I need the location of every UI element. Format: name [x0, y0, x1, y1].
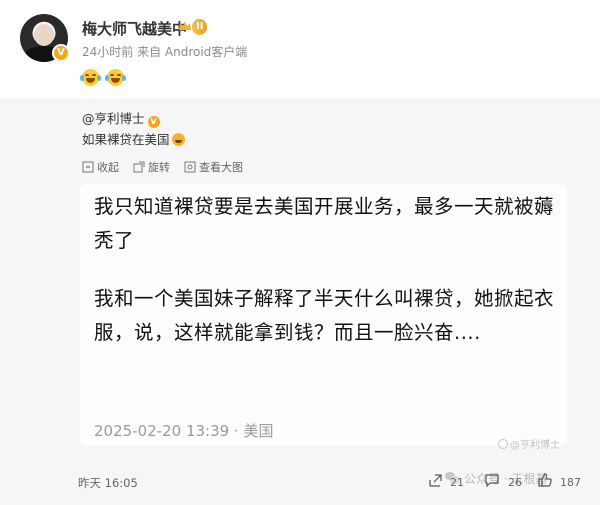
view-large-icon [184, 161, 196, 173]
view-large-button[interactable]: 查看大图 [184, 159, 243, 175]
emoji-row [80, 69, 127, 90]
comment-icon[interactable] [484, 472, 500, 488]
image-actions: 收起 旋转 查看大图 [82, 159, 243, 175]
weibo-watermark-icon [498, 439, 508, 449]
share-icon[interactable] [428, 472, 444, 488]
laugh-emoji-icon [171, 133, 185, 146]
collapse-label: 收起 [97, 161, 119, 174]
username[interactable]: 梅大师飞越美中 [82, 18, 187, 39]
quoted-footer: 昨天 16:05 公众号 · 王根基 21 26 187 [0, 460, 600, 505]
collapse-icon [82, 161, 94, 173]
laugh-cry-emoji-icon [105, 69, 127, 86]
collapse-button[interactable]: 收起 [82, 159, 119, 175]
card-date: 2025-02-20 13:39 · 美国 [94, 422, 274, 440]
share-count: 21 [450, 476, 464, 489]
rank-badge: II [192, 19, 208, 35]
quoted-image-card[interactable]: 我只知道裸贷要是去美国开展业务，最多一天就被薅秃了 我和一个美国妹子解释了半天什… [80, 184, 567, 446]
image-watermark: @亨利博士 [498, 436, 560, 451]
avatar-face [34, 24, 54, 46]
verified-badge-icon: V [147, 116, 160, 128]
card-paragraph-2: 我和一个美国妹子解释了半天什么叫裸贷，她掀起衣服，说，这样就能拿到钱？而且一脸兴… [94, 287, 555, 344]
quoted-user[interactable]: @亨利博士 V [82, 108, 160, 128]
comment-count: 26 [508, 476, 522, 489]
image-watermark-text: @亨利博士 [510, 440, 560, 451]
verified-badge-icon: V [52, 44, 70, 62]
post-meta: 24小时前 来自 Android客户端 [82, 45, 248, 59]
card-paragraph-1: 我只知道裸贷要是去美国开展业务，最多一天就被薅秃了 [94, 195, 555, 252]
rotate-button[interactable]: 旋转 [133, 159, 170, 175]
laugh-cry-emoji-icon [80, 69, 101, 86]
wechat-watermark-text: 公众号 · 王根基 [464, 472, 548, 486]
crown-icon [179, 21, 191, 30]
quoted-text-content: 如果裸贷在美国 [82, 132, 170, 147]
view-large-label: 查看大图 [199, 161, 243, 174]
quoted-text: 如果裸贷在美国 [82, 129, 185, 148]
quoted-post: @亨利博士 V 如果裸贷在美国 收起 旋转 查看大图 我只知道裸贷要是去美国开展业… [0, 98, 600, 505]
like-icon[interactable] [537, 472, 553, 488]
quoted-username[interactable]: @亨利博士 [82, 111, 145, 126]
quoted-time: 昨天 16:05 [78, 476, 138, 490]
like-count: 187 [560, 476, 581, 489]
rotate-label: 旋转 [148, 161, 170, 174]
rotate-icon [133, 161, 145, 173]
